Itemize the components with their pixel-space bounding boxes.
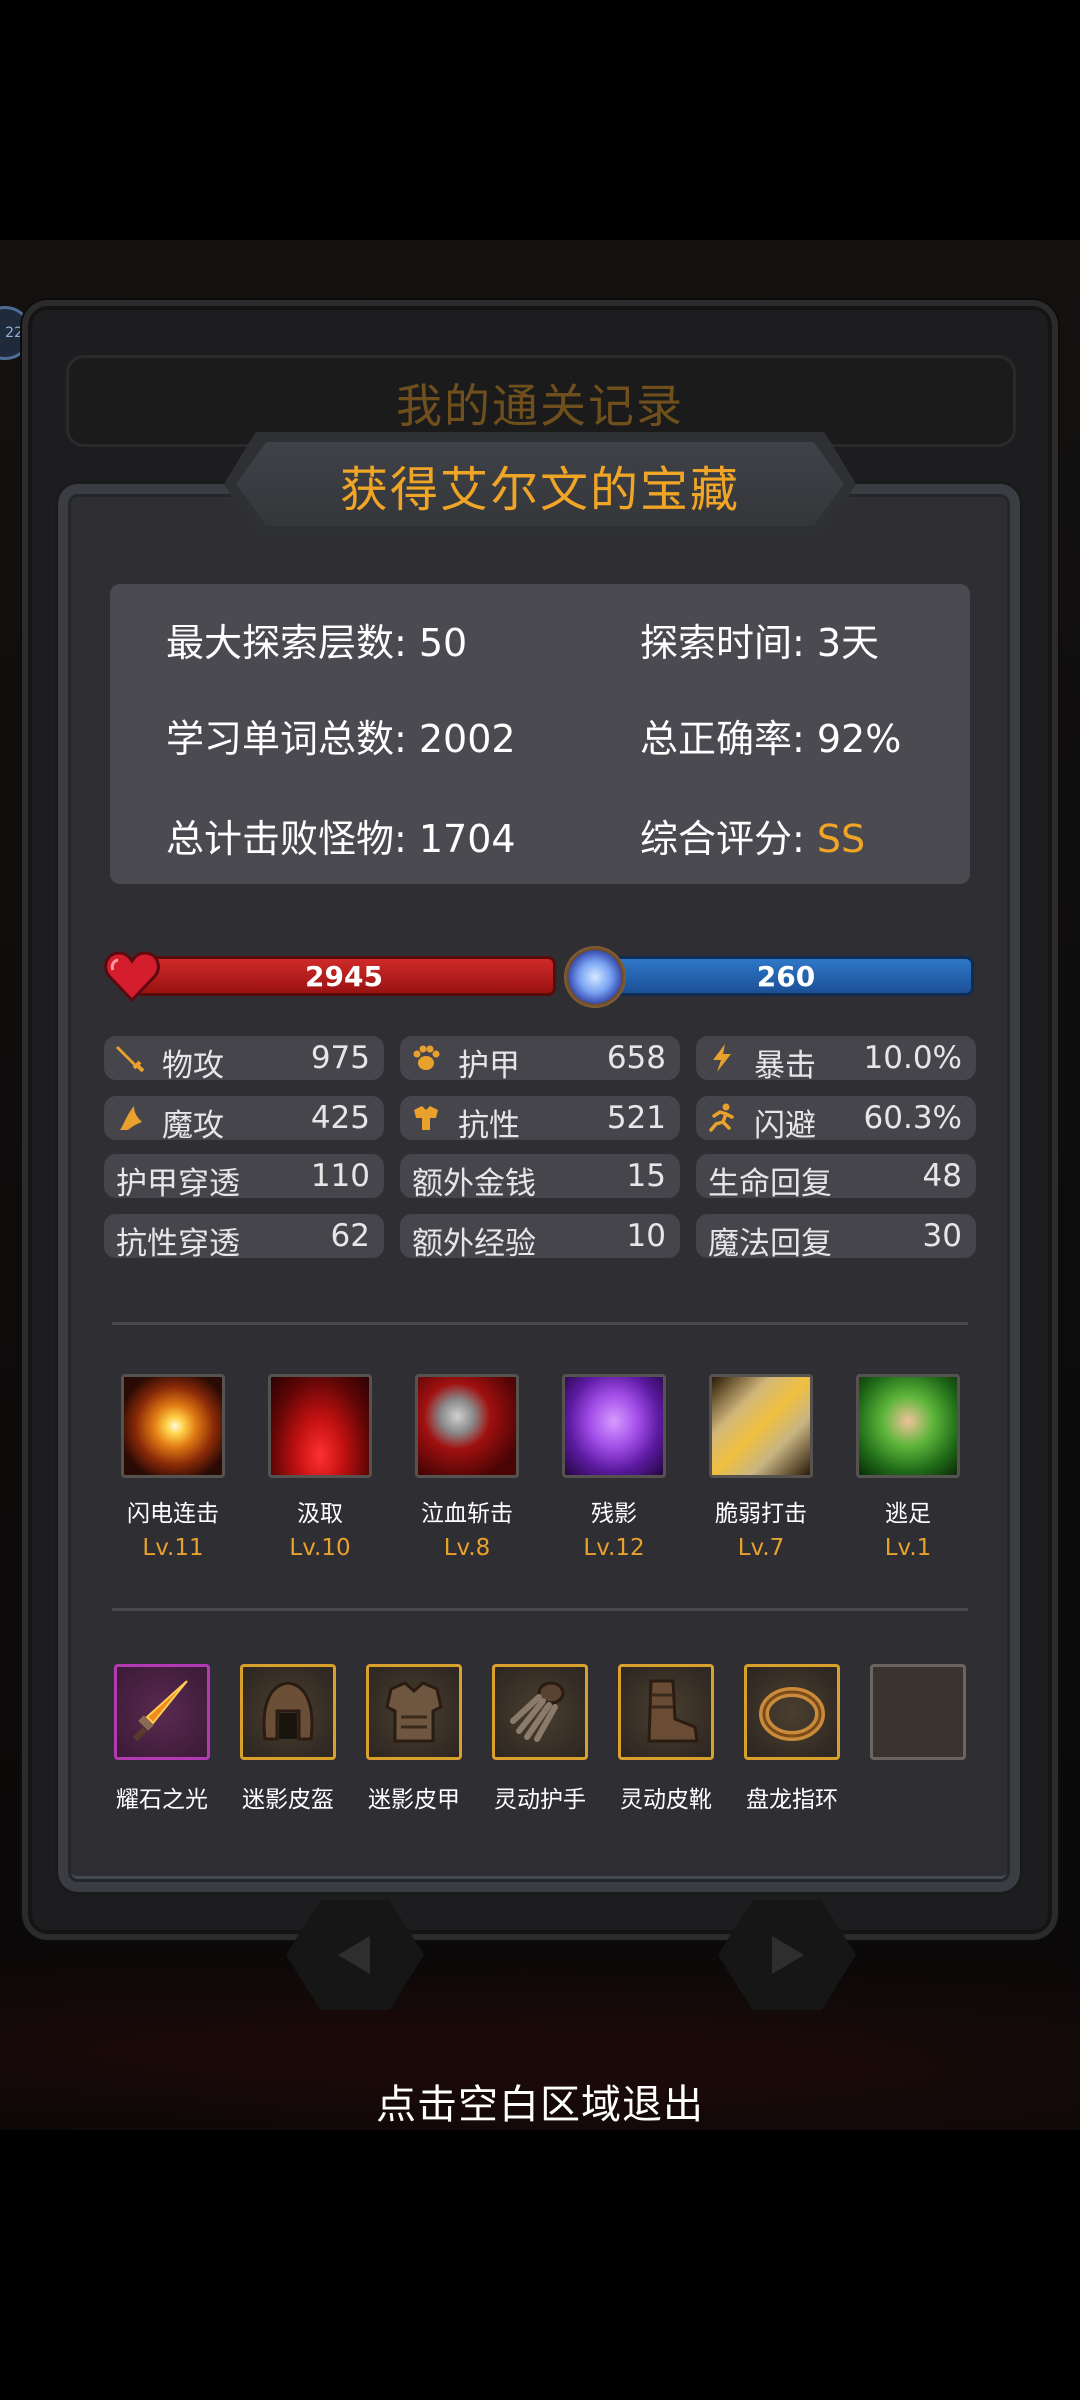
- blood-drain-icon[interactable]: [268, 1374, 372, 1478]
- broken-bone-icon[interactable]: [709, 1374, 813, 1478]
- stat-row: 额外经验 10: [400, 1214, 680, 1262]
- skill-name: 泣血斩击: [421, 1501, 513, 1527]
- armor-icon: [410, 1102, 442, 1134]
- skill-level: Lv.12: [583, 1535, 645, 1561]
- stat-value: 10.0%: [863, 1040, 962, 1076]
- skill-level: Lv.8: [443, 1535, 491, 1561]
- exit-hint: 点击空白区域退出: [376, 2082, 704, 2128]
- hp-value: 2945: [305, 960, 383, 993]
- bloody-axe-icon[interactable]: [415, 1374, 519, 1478]
- stat-value: 110: [310, 1158, 370, 1194]
- stat-label: 暴击: [754, 1048, 816, 1084]
- stat-label: 魔攻: [162, 1108, 224, 1144]
- mp-value: 260: [756, 960, 816, 993]
- equip-name: 迷影皮盔: [242, 1787, 334, 1813]
- stat-running: 闪避 60.3%: [696, 1096, 976, 1144]
- rating-label: 综合评分:: [640, 817, 817, 861]
- dagger-icon[interactable]: [114, 1664, 210, 1760]
- skill-name: 残影: [591, 1501, 637, 1527]
- stat-sword: 物攻 975: [104, 1036, 384, 1084]
- stat-value: 30: [922, 1218, 962, 1254]
- rating-text: 综合评分: SS: [640, 808, 865, 863]
- stat-row: 额外金钱 15: [400, 1154, 680, 1202]
- stat-label: 抗性穿透: [116, 1226, 240, 1262]
- stat-row: 抗性穿透 62: [104, 1214, 384, 1262]
- monsters-text: 总计击败怪物: 1704: [166, 817, 516, 861]
- boots-icon[interactable]: [618, 1664, 714, 1760]
- skill-name: 汲取: [297, 1501, 343, 1527]
- stat-value: 60.3%: [863, 1100, 962, 1136]
- stat-value: 521: [606, 1100, 666, 1136]
- divider-1: [112, 1322, 968, 1325]
- equip-name: 灵动护手: [494, 1787, 586, 1813]
- stat-row: 魔法回复 30: [696, 1214, 976, 1262]
- skill-level: Lv.10: [289, 1535, 351, 1561]
- skill-level: Lv.11: [142, 1535, 204, 1561]
- stat-magic-hat: 魔攻 425: [104, 1096, 384, 1144]
- magic-hat-icon: [114, 1102, 146, 1134]
- stat-value: 62: [330, 1218, 370, 1254]
- skill-name: 脆弱打击: [715, 1501, 807, 1527]
- skill-level: Lv.7: [737, 1535, 785, 1561]
- stat-label: 物攻: [162, 1048, 224, 1084]
- stat-label: 额外金钱: [412, 1166, 536, 1202]
- stat-label: 生命回复: [708, 1166, 832, 1202]
- shadow-figure-icon[interactable]: [562, 1374, 666, 1478]
- winged-foot-icon[interactable]: [856, 1374, 960, 1478]
- running-icon: [706, 1102, 738, 1134]
- heart-icon: [104, 951, 160, 1002]
- stat-label: 护甲: [458, 1048, 520, 1084]
- divider-2: [112, 1608, 968, 1611]
- rating-grade: SS: [816, 817, 866, 861]
- arrow-right-icon: [772, 1936, 804, 1974]
- stat-value: 15: [626, 1158, 666, 1194]
- skill-name: 闪电连击: [127, 1501, 219, 1527]
- stat-value: 658: [606, 1040, 666, 1076]
- stat-row: 护甲穿透 110: [104, 1154, 384, 1202]
- accuracy-text: 总正确率: 92%: [640, 717, 902, 761]
- chest-armor-icon[interactable]: [366, 1664, 462, 1760]
- stat-lightning: 暴击 10.0%: [696, 1036, 976, 1084]
- stat-label: 魔法回复: [708, 1226, 832, 1262]
- equip-name: 盘龙指环: [746, 1787, 838, 1813]
- mana-orb-icon: [564, 946, 626, 1008]
- max-floor-text: 最大探索层数: 50: [166, 621, 468, 665]
- paw-icon: [410, 1042, 442, 1074]
- sword-icon: [114, 1042, 146, 1074]
- equip-name: 迷影皮甲: [368, 1787, 460, 1813]
- stat-value: 975: [310, 1040, 370, 1076]
- stat-row: 生命回复 48: [696, 1154, 976, 1202]
- lightning-icon: [706, 1042, 738, 1074]
- words-total-text: 学习单词总数: 2002: [166, 717, 516, 761]
- stat-value: 48: [922, 1158, 962, 1194]
- empty-slot-icon[interactable]: [870, 1664, 966, 1760]
- arrow-left-icon: [338, 1936, 370, 1974]
- stat-label: 护甲穿透: [116, 1166, 240, 1202]
- skill-level: Lv.1: [884, 1535, 932, 1561]
- lightning-strike-icon[interactable]: [121, 1374, 225, 1478]
- skill-name: 逃足: [885, 1501, 931, 1527]
- stat-paw: 护甲 658: [400, 1036, 680, 1084]
- equip-name: 灵动皮靴: [620, 1787, 712, 1813]
- stat-label: 闪避: [754, 1108, 816, 1144]
- gauntlet-icon[interactable]: [492, 1664, 588, 1760]
- page-title: 获得艾尔文的宝藏: [339, 462, 740, 518]
- stat-label: 额外经验: [412, 1226, 536, 1262]
- ring-icon[interactable]: [744, 1664, 840, 1760]
- back-window-title: 我的通关记录: [396, 379, 684, 433]
- helmet-icon[interactable]: [240, 1664, 336, 1760]
- stat-value: 10: [626, 1218, 666, 1254]
- stat-armor: 抗性 521: [400, 1096, 680, 1144]
- explore-time-text: 探索时间: 3天: [640, 621, 880, 665]
- equip-name: 耀石之光: [116, 1787, 208, 1813]
- stat-value: 425: [310, 1100, 370, 1136]
- stat-label: 抗性: [458, 1108, 520, 1144]
